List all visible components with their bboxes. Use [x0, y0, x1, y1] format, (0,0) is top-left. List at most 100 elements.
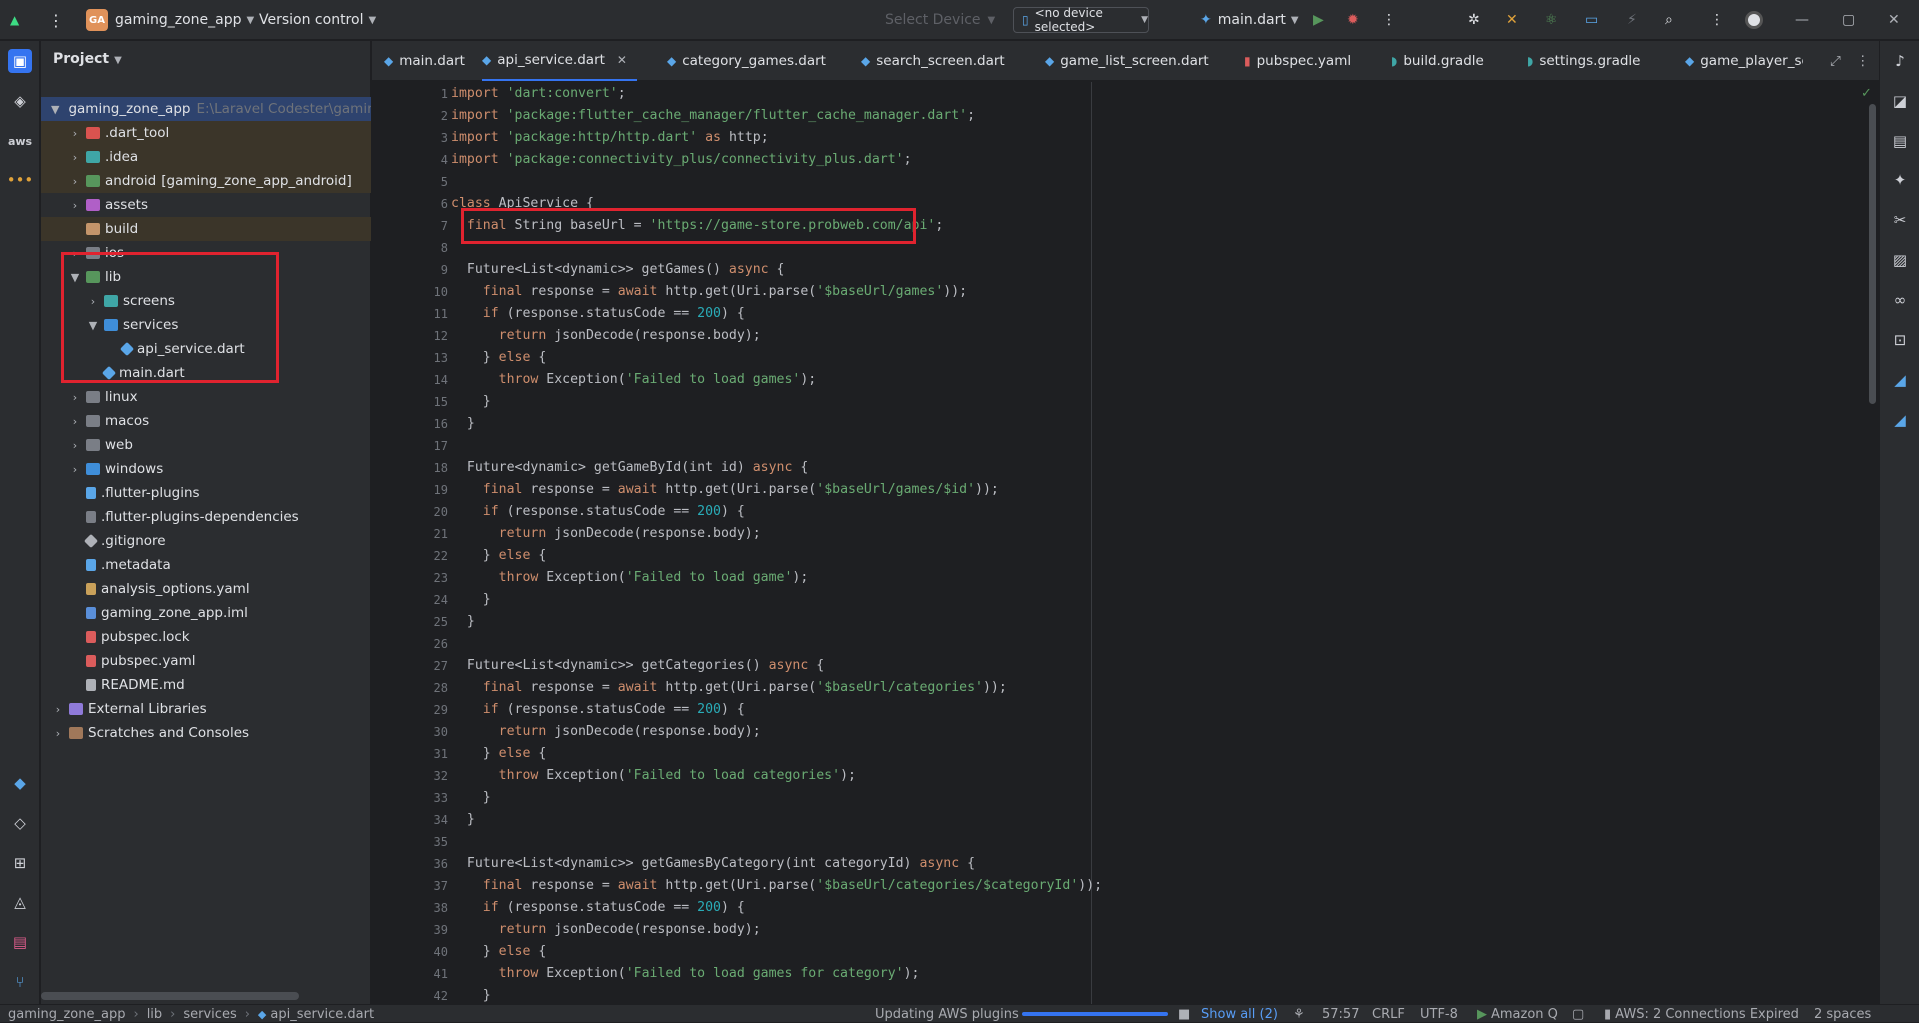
tree-item-build[interactable]: build [41, 217, 371, 241]
tree-item-web[interactable]: › web [41, 433, 371, 457]
code-line[interactable]: } [451, 416, 475, 431]
notifications-bell-icon[interactable]: ♪ [1888, 49, 1912, 73]
more-tools-icon[interactable]: ••• [7, 168, 34, 192]
minimize-icon[interactable]: — [1795, 0, 1809, 40]
close-tab-icon[interactable]: ✕ [617, 53, 627, 67]
tree-item-assets[interactable]: › assets [41, 193, 371, 217]
code-line[interactable]: throw Exception('Failed to load games fo… [451, 966, 920, 981]
code-line[interactable]: } [451, 812, 475, 827]
code-line[interactable]: import 'dart:convert'; [451, 86, 626, 101]
code-line[interactable]: Future<dynamic> getGameById(int id) asyn… [451, 460, 808, 475]
tab-settings-gradle[interactable]: ◗ settings.gradle [1527, 41, 1640, 81]
code-line[interactable]: final response = await http.get(Uri.pars… [451, 878, 1102, 893]
tree-item-analysis-options[interactable]: analysis_options.yaml [41, 577, 371, 601]
code-line[interactable]: Future<List<dynamic>> getGamesByCategory… [451, 856, 975, 871]
restore-icon[interactable]: ▢ [1842, 0, 1855, 40]
tree-item-flutter-plugins[interactable]: .flutter-plugins [41, 481, 371, 505]
code-line[interactable]: final response = await http.get(Uri.pars… [451, 284, 967, 299]
code-line[interactable]: if (response.statusCode == 200) { [451, 702, 745, 717]
aws-icon[interactable]: aws [8, 129, 32, 153]
tab-game-list-screen[interactable]: ◆ game_list_screen.dart [1045, 41, 1209, 81]
code-line[interactable]: } else { [451, 548, 547, 563]
file-encoding[interactable]: UTF-8 [1420, 1005, 1458, 1023]
code-line[interactable]: } [451, 614, 475, 629]
stop-task-icon[interactable]: ■ [1178, 1005, 1190, 1023]
tree-item-linux[interactable]: › linux [41, 385, 371, 409]
build-icon[interactable]: ⊞ [8, 851, 32, 875]
notifications-icon[interactable]: ◬ [8, 890, 32, 914]
tree-item-android[interactable]: › android [gaming_zone_app_android] [41, 169, 371, 193]
code-line[interactable]: if (response.statusCode == 200) { [451, 900, 745, 915]
show-all-link[interactable]: Show all (2) [1201, 1005, 1278, 1023]
device-file-explorer-icon[interactable]: ▤ [1888, 129, 1912, 153]
tab-build-gradle[interactable]: ◗ build.gradle [1391, 41, 1484, 81]
aws-connection-status[interactable]: ▮ AWS: 2 Connections Expired [1604, 1005, 1799, 1023]
breadcrumb-services[interactable]: services [183, 1007, 236, 1022]
breadcrumb-file[interactable]: api_service.dart [270, 1007, 374, 1022]
select-device-dropdown[interactable]: Select Device ▼ [885, 0, 995, 40]
main-menu-icon[interactable]: ⋮ [48, 0, 64, 40]
code-line[interactable]: return jsonDecode(response.body); [451, 922, 761, 937]
avatar[interactable] [1745, 0, 1763, 40]
tab-pubspec-yaml[interactable]: ▮ pubspec.yaml [1244, 41, 1351, 81]
code-line[interactable]: } [451, 790, 491, 805]
readonly-toggle-icon[interactable]: ▢ [1572, 1005, 1584, 1023]
code-line[interactable]: Future<List<dynamic>> getGames() async { [451, 262, 785, 277]
running-devices-icon[interactable]: ⊡ [1888, 328, 1912, 352]
tree-item-iml[interactable]: gaming_zone_app.iml [41, 601, 371, 625]
version-control-menu[interactable]: Version control ▼ [259, 0, 376, 40]
indent-setting[interactable]: 2 spaces [1814, 1005, 1871, 1023]
code-line[interactable]: if (response.statusCode == 200) { [451, 306, 745, 321]
flutter-inspector-icon[interactable]: ◆ [8, 771, 32, 795]
expand-icon[interactable]: ⤢ [1830, 41, 1841, 81]
tree-item-pubspec-yaml[interactable]: pubspec.yaml [41, 649, 371, 673]
tab-api-service-dart[interactable]: ◆ api_service.dart ✕ [482, 41, 637, 81]
device-selector[interactable]: ▯ <no device selected> ▼ [1013, 6, 1149, 34]
code-line[interactable]: final response = await http.get(Uri.pars… [451, 680, 1007, 695]
image-icon[interactable]: ▨ [1888, 248, 1912, 272]
code-line[interactable]: } [451, 988, 491, 1003]
line-separator[interactable]: CRLF [1372, 1005, 1405, 1023]
bug-icon[interactable]: ✲ [1468, 0, 1480, 40]
device-manager-icon[interactable]: ▭ [1585, 0, 1598, 40]
tree-root[interactable]: ▼ gaming_zone_app E:\Laravel Codester\ga… [41, 97, 371, 121]
gradle-tool-icon[interactable]: ◪ [1888, 89, 1912, 113]
code-line[interactable]: } else { [451, 350, 547, 365]
code-line[interactable]: return jsonDecode(response.body); [451, 724, 761, 739]
search-icon[interactable]: ⌕ [1665, 0, 1673, 40]
code-line[interactable]: return jsonDecode(response.body); [451, 526, 761, 541]
tab-search-screen[interactable]: ◆ search_screen.dart [861, 41, 1005, 81]
breadcrumb-project[interactable]: gaming_zone_app [8, 1007, 125, 1022]
tools-icon[interactable]: ✕ [1506, 0, 1518, 40]
code-line[interactable]: } [451, 592, 491, 607]
code-line[interactable]: import 'package:flutter_cache_manager/fl… [451, 108, 975, 123]
debug-icon[interactable]: ✹ [1347, 0, 1359, 40]
code-line[interactable]: } [451, 394, 491, 409]
code-line[interactable]: Future<List<dynamic>> getCategories() as… [451, 658, 824, 673]
flutter-performance-icon[interactable]: ◢ [1888, 408, 1912, 432]
tree-item-flutter-plugins-deps[interactable]: .flutter-plugins-dependencies [41, 505, 371, 529]
tree-item-idea[interactable]: › .idea [41, 145, 371, 169]
vcs-status-icon[interactable]: ⚘ [1293, 1005, 1305, 1023]
project-tool-icon[interactable]: ▣ [8, 49, 32, 73]
settings-icon[interactable]: ⋮ [1710, 0, 1724, 40]
tree-item-windows[interactable]: › windows [41, 457, 371, 481]
no-problems-check-icon[interactable]: ✓ [1861, 86, 1872, 101]
amazon-q-status[interactable]: ▶ Amazon Q [1477, 1005, 1558, 1023]
editor-vertical-scrollbar[interactable] [1869, 104, 1876, 404]
tree-item-dart-tool[interactable]: › .dart_tool [41, 121, 371, 145]
tree-item-macos[interactable]: › macos [41, 409, 371, 433]
run-configuration[interactable]: ✦ main.dart ▼ [1200, 0, 1299, 40]
tab-main-dart[interactable]: ◆ main.dart [384, 41, 465, 81]
code-line[interactable]: return jsonDecode(response.body); [451, 328, 761, 343]
code-line[interactable]: final response = await http.get(Uri.pars… [451, 482, 999, 497]
tab-options-icon[interactable]: ⋮ [1856, 41, 1870, 81]
breadcrumb-lib[interactable]: lib [147, 1007, 162, 1022]
tree-item-external-libraries[interactable]: › External Libraries [41, 697, 371, 721]
tab-game-player-screen[interactable]: ◆ game_player_scre [1685, 41, 1803, 81]
atom-icon[interactable]: ⚛ [1545, 0, 1558, 40]
link-icon[interactable]: ∞ [1888, 288, 1912, 312]
caret-position[interactable]: 57:57 [1322, 1005, 1359, 1023]
git-icon[interactable]: ⑂ [8, 970, 32, 994]
structure-icon[interactable]: ◈ [8, 89, 32, 113]
